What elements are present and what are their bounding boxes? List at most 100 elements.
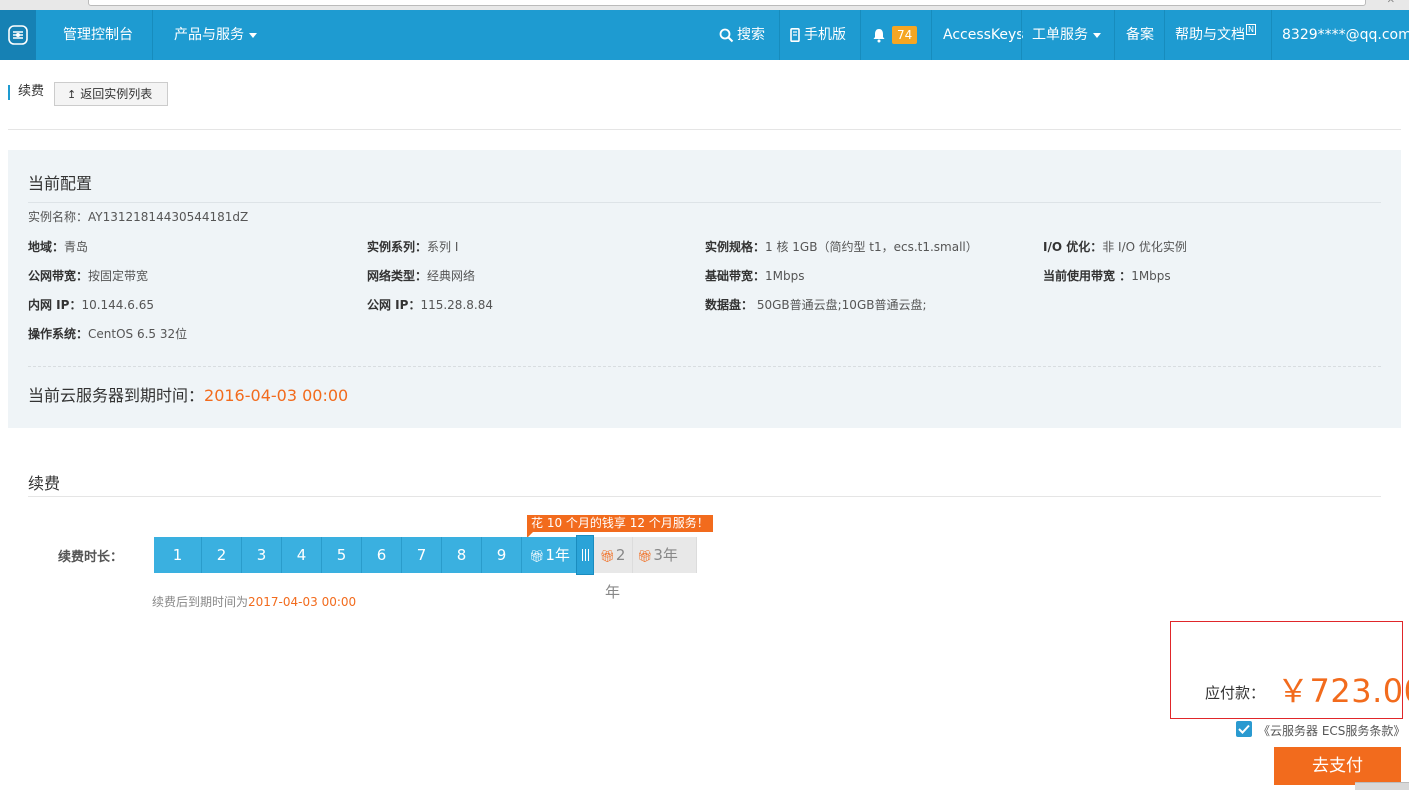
- base-bandwidth-value: 1Mbps: [765, 269, 805, 283]
- duration-option-label: 1年: [545, 546, 570, 564]
- browser-address-field[interactable]: [88, 0, 1366, 6]
- help-docs-label: 帮助与文档: [1175, 27, 1245, 43]
- current-bandwidth-label: 当前使用带宽 ：: [1043, 269, 1132, 283]
- notifications-button[interactable]: 74: [872, 10, 918, 60]
- aliyun-logo-icon[interactable]: [0, 10, 36, 60]
- os-value: CentOS 6.5 32位: [88, 327, 188, 341]
- arrow-up-icon: ↥: [67, 88, 77, 101]
- expire-after-renew: 续费后到期时间为2017-04-03 00:00: [152, 593, 356, 610]
- after-expire-label: 续费后到期时间为: [152, 595, 249, 609]
- duration-option-2[interactable]: 2: [202, 537, 242, 573]
- amount-due-label: 应付款：: [1205, 684, 1266, 702]
- amount-due-box: 应付款： ￥723.00: [1170, 621, 1409, 719]
- region-label: 地域：: [28, 240, 65, 254]
- current-bandwidth-row: 当前使用带宽 ：1Mbps: [1043, 267, 1171, 284]
- new-tag: N: [1246, 24, 1256, 35]
- data-disk-row: 数据盘： 50GB普通云盘;10GB普通云盘;: [705, 296, 927, 313]
- chevron-down-icon: [249, 32, 257, 38]
- series-value: 系列 I: [427, 240, 459, 254]
- config-section-title: 当前配置: [28, 174, 93, 193]
- top-navigation: 管理控制台 产品与服务 搜索 手机版 74 AccessKeys 工单服务 备案…: [0, 10, 1409, 60]
- products-menu-label: 产品与服务: [174, 27, 244, 43]
- mobile-label: 手机版: [804, 27, 846, 43]
- duration-option-4[interactable]: 4: [282, 537, 322, 573]
- base-bandwidth-label: 基础带宽：: [705, 269, 766, 283]
- public-ip-row: 公网 IP：115.28.8.84: [367, 296, 493, 313]
- base-bandwidth-row: 基础带宽：1Mbps: [705, 267, 805, 284]
- duration-option-1[interactable]: 1: [154, 537, 202, 573]
- nav-divider: [931, 10, 932, 60]
- search-button[interactable]: 搜索: [719, 10, 765, 60]
- duration-option-5[interactable]: 5: [322, 537, 362, 573]
- network-type-value: 经典网络: [427, 269, 476, 283]
- duration-slider-handle[interactable]: [576, 535, 594, 575]
- expire-value: 2016-04-03 00:00: [204, 386, 349, 405]
- io-value: 非 I/O 优化实例: [1102, 240, 1187, 254]
- duration-option-3-years[interactable]: 🎁︎3年: [633, 537, 697, 573]
- duration-option-2-years[interactable]: 🎁︎2年: [593, 537, 633, 601]
- nav-divider: [779, 10, 780, 60]
- instance-name-label: 实例名称：: [28, 210, 89, 224]
- public-ip-label: 公网 IP：: [367, 298, 421, 312]
- tickets-menu[interactable]: 工单服务: [1032, 10, 1101, 60]
- renew-section-title: 续费: [28, 474, 61, 493]
- data-disk-value: 50GB普通云盘;10GB普通云盘;: [753, 298, 927, 312]
- after-expire-value: 2017-04-03 00:00: [248, 595, 357, 609]
- pay-button[interactable]: 去支付: [1274, 747, 1401, 785]
- duration-option-7[interactable]: 7: [402, 537, 442, 573]
- nav-divider: [860, 10, 861, 60]
- duration-option-9[interactable]: 9: [482, 537, 522, 573]
- duration-option-3[interactable]: 3: [242, 537, 282, 573]
- os-row: 操作系统：CentOS 6.5 32位: [28, 325, 187, 342]
- products-menu[interactable]: 产品与服务: [174, 10, 257, 60]
- accesskeys-link[interactable]: AccessKeys: [943, 10, 1024, 60]
- back-to-instance-list-button[interactable]: ↥ 返回实例列表: [54, 82, 168, 106]
- duration-option-label: 3年: [653, 546, 678, 564]
- private-ip-label: 内网 IP：: [28, 298, 82, 312]
- terms-checkbox[interactable]: [1236, 721, 1252, 737]
- io-row: I/O 优化：非 I/O 优化实例: [1043, 238, 1187, 255]
- search-icon: [719, 28, 734, 42]
- browser-address-strip: ✕: [0, 0, 1409, 10]
- mobile-version-link[interactable]: 手机版: [790, 10, 846, 60]
- os-label: 操作系统：: [28, 327, 89, 341]
- close-icon[interactable]: ✕: [1387, 0, 1395, 6]
- divider: [8, 129, 1401, 130]
- data-disk-label: 数据盘：: [705, 298, 754, 312]
- user-account-menu[interactable]: 8329****@qq.com: [1282, 10, 1409, 60]
- duration-option-6[interactable]: 6: [362, 537, 402, 573]
- gift-icon: 🎁︎: [529, 549, 545, 563]
- series-label: 实例系列：: [367, 240, 428, 254]
- nav-divider: [152, 10, 153, 60]
- private-ip-row: 内网 IP：10.144.6.65: [28, 296, 154, 313]
- back-button-label: 返回实例列表: [80, 87, 153, 101]
- help-docs-link[interactable]: 帮助与文档 N: [1175, 10, 1256, 60]
- terms-link[interactable]: 《云服务器 ECS服务条款》: [1258, 722, 1405, 739]
- instance-name-value: AY13121814430544181dZ: [88, 210, 249, 224]
- duration-option-8[interactable]: 8: [442, 537, 482, 573]
- divider: [28, 202, 1381, 203]
- beian-link[interactable]: 备案: [1126, 10, 1154, 60]
- nav-divider: [1271, 10, 1272, 60]
- io-label: I/O 优化：: [1043, 240, 1103, 254]
- dashed-divider: [28, 366, 1381, 367]
- check-icon: [1238, 724, 1250, 734]
- page-title: 续费: [18, 84, 45, 99]
- duration-option-1-year[interactable]: 🎁︎1年: [522, 537, 578, 573]
- series-row: 实例系列：系列 I: [367, 238, 458, 255]
- resize-corner[interactable]: [1355, 782, 1409, 790]
- nav-divider: [1114, 10, 1115, 60]
- current-config-panel: 当前配置 实例名称：AY13121814430544181dZ 地域：青岛 实例…: [8, 150, 1401, 428]
- region-value: 青岛: [64, 240, 89, 254]
- bell-icon: [873, 28, 885, 42]
- instance-name-row: 实例名称：AY13121814430544181dZ: [28, 208, 248, 225]
- spec-row: 实例规格：1 核 1GB（简约型 t1，ecs.t1.small）: [705, 238, 978, 255]
- spec-value: 1 核 1GB（简约型 t1，ecs.t1.small）: [765, 240, 978, 254]
- chevron-down-icon: [1093, 32, 1101, 38]
- private-ip-value: 10.144.6.65: [81, 298, 154, 312]
- search-label: 搜索: [737, 27, 765, 43]
- divider: [28, 496, 1381, 497]
- console-link[interactable]: 管理控制台: [63, 10, 133, 60]
- network-type-row: 网络类型：经典网络: [367, 267, 475, 284]
- public-bandwidth-label: 公网带宽：: [28, 269, 89, 283]
